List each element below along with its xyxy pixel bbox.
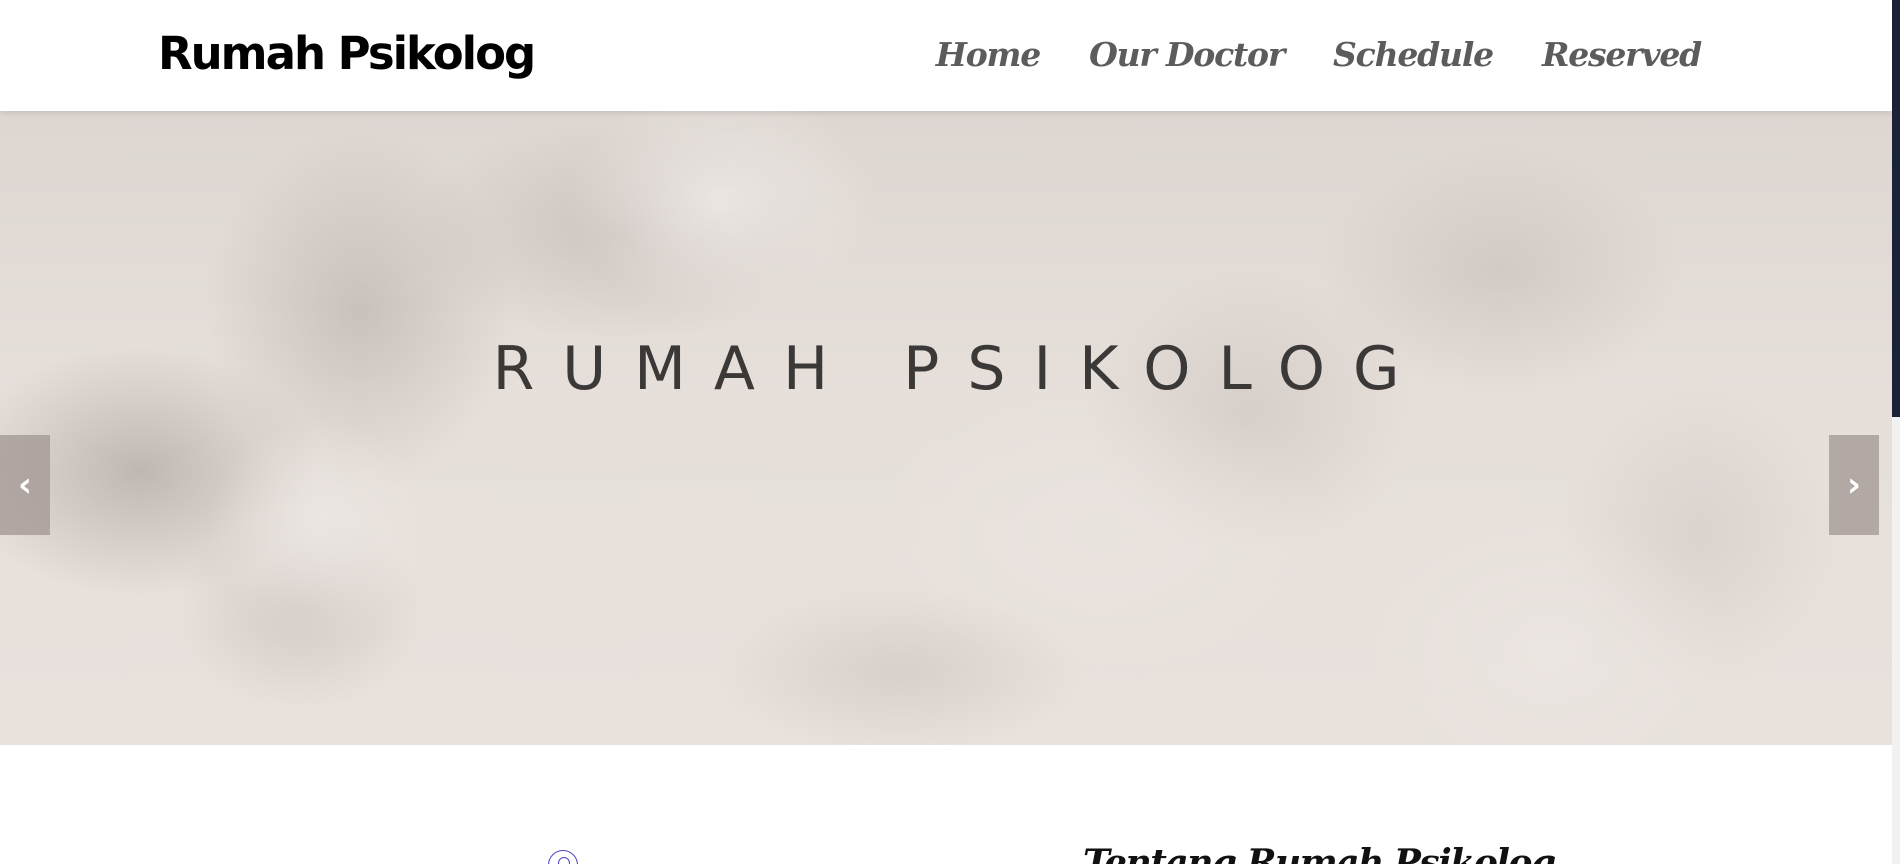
carousel-next-button[interactable]: › [1829,435,1879,535]
nav-schedule-link[interactable]: Schedule [1333,30,1494,80]
page-scrollbar[interactable] [1892,0,1900,864]
circle-icon [548,850,578,864]
hero-background-image [0,111,1892,745]
scrollbar-thumb[interactable] [1892,0,1900,417]
nav-our-doctor-link[interactable]: Our Doctor [1089,30,1285,80]
about-section-title: Tentang Rumah Psikolog [1083,842,1556,864]
brand-logo[interactable]: Rumah Psikolog [158,26,536,82]
chevron-left-icon: ‹ [17,465,32,505]
chevron-right-icon: › [1846,465,1861,505]
hero-carousel: RUMAH PSIKOLOG ‹ › [0,111,1892,745]
main-nav: Home Our Doctor Schedule Reserved [936,30,1702,80]
nav-home-link[interactable]: Home [936,30,1042,80]
site-header: Rumah Psikolog Home Our Doctor Schedule … [0,0,1892,111]
hero-title: RUMAH PSIKOLOG [492,334,1428,404]
nav-reserved-link[interactable]: Reserved [1542,30,1702,80]
carousel-prev-button[interactable]: ‹ [0,435,50,535]
